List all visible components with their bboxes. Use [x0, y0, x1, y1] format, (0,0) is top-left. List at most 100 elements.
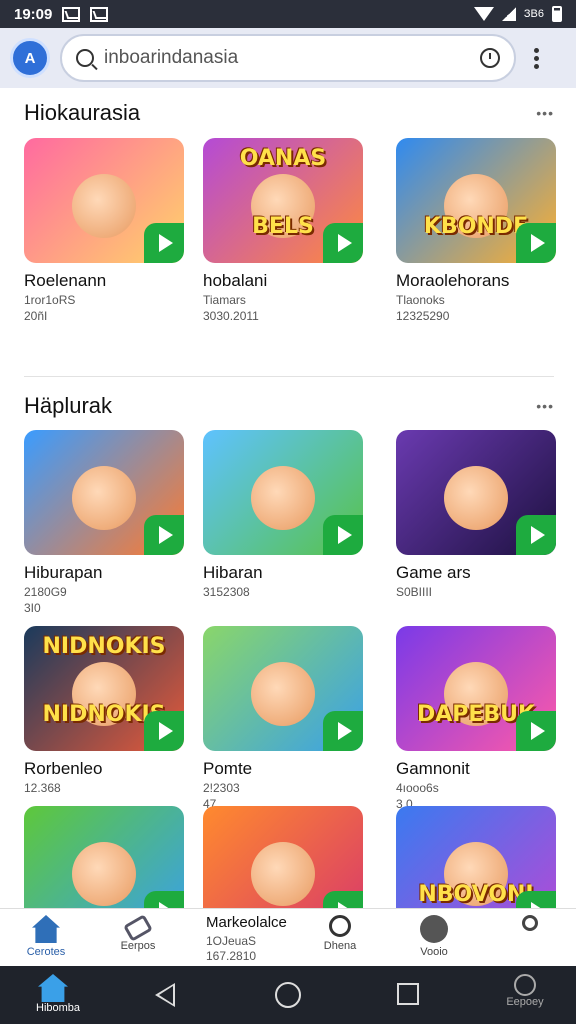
game-card[interactable]: OANAS BELS hobalani Tiamars 3030.2011	[203, 138, 363, 323]
play-icon[interactable]	[144, 515, 184, 555]
profile-icon	[514, 974, 536, 996]
game-meta: 3152308	[203, 585, 250, 599]
game-title: Hibaran	[203, 563, 263, 582]
game-thumbnail[interactable]	[24, 430, 184, 555]
battery-icon	[552, 6, 562, 22]
character-art	[72, 174, 136, 238]
game-meta: Tiamars	[203, 293, 246, 307]
game-card[interactable]: Hiburapan 2180G9 3I0	[24, 430, 184, 615]
section-divider	[24, 376, 554, 377]
nav-item-search[interactable]: Dhena	[300, 915, 380, 952]
search-icon	[329, 915, 351, 937]
game-thumbnail[interactable]: OANAS BELS	[203, 138, 363, 263]
profile-icon	[522, 915, 538, 931]
marketplace-title[interactable]: Markeolalce	[206, 914, 287, 931]
status-right-text: ЗВ6	[523, 8, 544, 20]
play-icon[interactable]	[516, 223, 556, 263]
character-art	[251, 842, 315, 906]
game-title: Gamnonit	[396, 759, 470, 778]
game-thumbnail[interactable]	[203, 430, 363, 555]
play-icon[interactable]	[323, 223, 363, 263]
game-card[interactable]: Game ars S0BIIII	[396, 430, 556, 601]
tag-icon	[123, 914, 153, 942]
play-icon[interactable]	[516, 515, 556, 555]
more-icon[interactable]: •••	[536, 398, 554, 414]
app-logo-letter: A	[24, 49, 36, 67]
disc-icon	[420, 915, 448, 943]
more-icon[interactable]: •••	[536, 105, 554, 121]
game-thumbnail[interactable]	[24, 138, 184, 263]
game-logo-text-top: OANAS	[239, 146, 327, 171]
system-home-app[interactable]: Hibomba	[36, 974, 80, 1014]
search-query: inboarindanasia	[104, 47, 239, 68]
game-card[interactable]: Pomte 2!2303 47	[203, 626, 363, 811]
status-bar: 19:09 ЗВ6	[0, 0, 576, 28]
game-card[interactable]: NIDNOKIS NIDNOKIS Rorbenleo 12.368	[24, 626, 184, 797]
home-button[interactable]	[275, 982, 301, 1008]
nav-label: Cerotes	[26, 946, 66, 958]
play-icon[interactable]	[323, 515, 363, 555]
top-bar: A inboarindanasia	[0, 28, 576, 88]
mail-notification-icon-2	[90, 6, 109, 22]
game-title: Moraolehorans	[396, 271, 510, 290]
nav-label: Vooio	[420, 946, 448, 958]
game-meta-2: 12325290	[396, 309, 450, 323]
game-card[interactable]: Hibaran 3152308	[203, 430, 363, 601]
signal-icon	[501, 7, 516, 21]
marketplace-meta-2: 167.2810	[206, 949, 257, 963]
game-card[interactable]: DAPEBUK Gamnonit 4ıooo6s 3 0	[396, 626, 556, 811]
character-art	[251, 466, 315, 530]
nav-item-home[interactable]: Cerotes	[6, 915, 86, 958]
marketplace-meta: 1OJeuaS 167.2810	[206, 934, 256, 964]
play-icon[interactable]	[144, 711, 184, 751]
game-meta: 1ror1oRS	[24, 293, 76, 307]
game-thumbnail[interactable]	[203, 626, 363, 751]
game-title: hobalani	[203, 271, 268, 290]
play-icon[interactable]	[144, 223, 184, 263]
recents-button[interactable]	[397, 983, 419, 1005]
play-icon[interactable]	[516, 711, 556, 751]
game-logo-text-top: NIDNOKIS	[42, 634, 166, 659]
game-thumbnail[interactable]: NIDNOKIS NIDNOKIS	[24, 626, 184, 751]
search-icon	[76, 49, 94, 67]
game-title: Roelenann	[24, 271, 107, 290]
game-meta-2: 3I0	[24, 601, 41, 615]
game-card[interactable]: KBONDE Moraolehorans Tlaonoks 12325290	[396, 138, 556, 323]
section-header: Hiokaurasia •••	[24, 100, 554, 126]
section-title: Hiokaurasia	[24, 100, 141, 125]
system-profile[interactable]: Eepoey	[500, 974, 550, 1008]
nav-item-deals[interactable]: Eerpos	[98, 914, 178, 952]
game-thumbnail[interactable]: DAPEBUK	[396, 626, 556, 751]
game-title: Rorbenleo	[24, 759, 103, 778]
history-icon[interactable]	[480, 48, 500, 68]
game-title: Pomte	[203, 759, 253, 778]
nav-item-profile[interactable]	[490, 915, 570, 943]
overflow-menu-icon[interactable]	[534, 47, 539, 69]
play-icon[interactable]	[323, 711, 363, 751]
game-thumbnail[interactable]	[396, 430, 556, 555]
wifi-icon	[473, 7, 494, 21]
game-meta: Tlaonoks	[396, 293, 445, 307]
game-meta: 2180G9	[24, 585, 67, 599]
nav-label: Dhena	[323, 940, 357, 952]
search-input[interactable]: inboarindanasia	[60, 34, 516, 82]
game-card[interactable]: Roelenann 1ror1oRS 20ñI	[24, 138, 184, 323]
character-art	[251, 662, 315, 726]
status-time: 19:09	[14, 5, 53, 23]
section-title: Häplurak	[24, 393, 113, 418]
character-art	[444, 466, 508, 530]
nav-item-media[interactable]: Vooio	[394, 915, 474, 958]
back-button[interactable]	[155, 983, 175, 1007]
character-art	[72, 842, 136, 906]
section-header: Häplurak •••	[24, 393, 554, 419]
home-icon	[32, 915, 60, 943]
home-icon	[38, 974, 68, 1002]
game-meta: S0BIIII	[396, 585, 433, 599]
game-thumbnail[interactable]: KBONDE	[396, 138, 556, 263]
character-art	[72, 466, 136, 530]
nav-label: Eerpos	[120, 940, 156, 952]
app-logo-icon[interactable]: A	[10, 38, 50, 78]
status-right: ЗВ6	[473, 6, 562, 22]
game-meta-2: 20ñI	[24, 309, 48, 323]
game-meta-2: 3030.2011	[203, 309, 259, 323]
